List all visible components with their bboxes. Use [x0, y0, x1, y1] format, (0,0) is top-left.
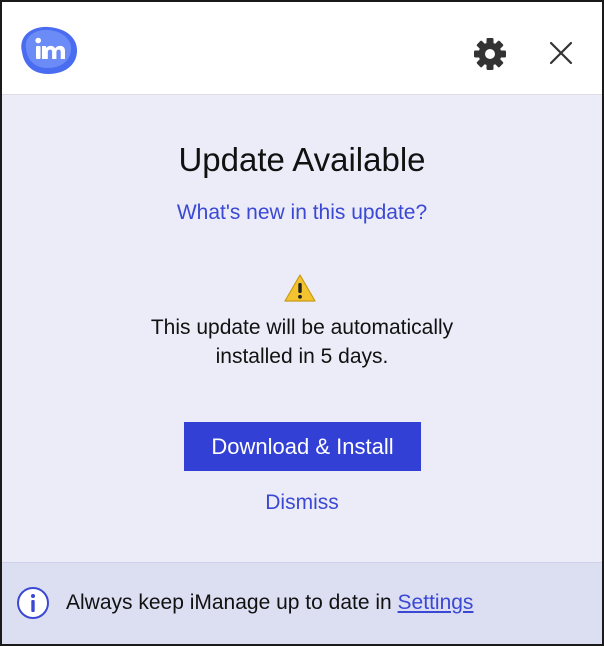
- settings-link[interactable]: Settings: [398, 591, 474, 614]
- title-bar: [2, 2, 602, 95]
- message-line-2: installed in 5 days.: [215, 345, 389, 368]
- warning-triangle-icon: [284, 274, 316, 302]
- footer-text: Always keep iManage up to date in: [66, 591, 398, 614]
- page-title: Update Available: [178, 141, 426, 178]
- footer-message: Always keep iManage up to date in Settin…: [66, 591, 473, 615]
- download-install-button[interactable]: Download & Install: [184, 422, 421, 471]
- imanage-logo-icon: [21, 26, 78, 74]
- update-content: Update Available What's new in this upda…: [2, 95, 602, 560]
- auto-install-message: This update will be automatically instal…: [2, 313, 602, 371]
- footer-bar: Always keep iManage up to date in Settin…: [2, 562, 602, 644]
- dismiss-link[interactable]: Dismiss: [2, 491, 602, 515]
- message-line-1: This update will be automatically: [150, 316, 454, 339]
- whats-new-link[interactable]: What's new in this update?: [2, 201, 602, 225]
- gear-icon[interactable]: [472, 36, 508, 72]
- info-icon: [17, 587, 49, 619]
- update-dialog: Update Available What's new in this upda…: [0, 0, 604, 646]
- close-icon[interactable]: [546, 38, 576, 68]
